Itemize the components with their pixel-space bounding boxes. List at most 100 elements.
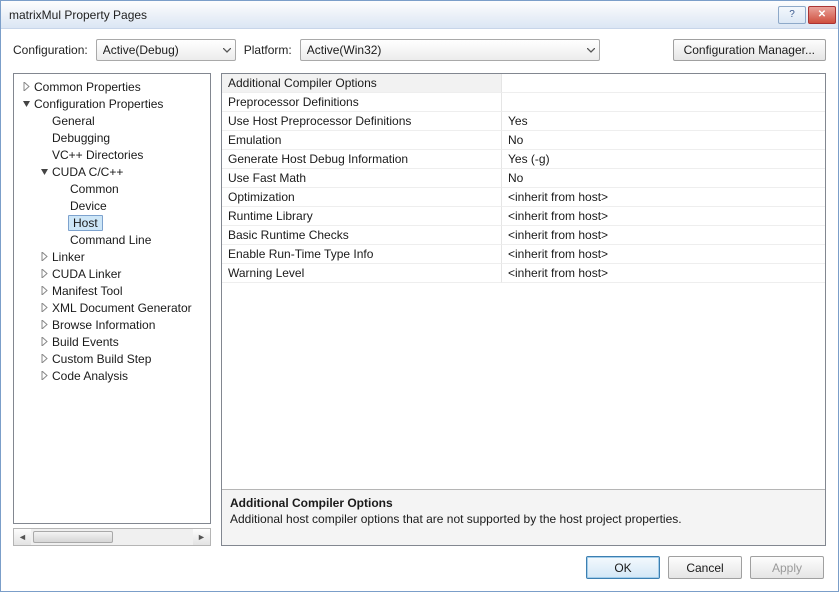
ok-button[interactable]: OK — [586, 556, 660, 579]
tree-item-label: Common — [68, 182, 121, 196]
tree-item-label: Device — [68, 199, 109, 213]
platform-value: Active(Win32) — [307, 43, 382, 57]
scroll-thumb[interactable] — [33, 531, 113, 543]
tree-item[interactable]: Code Analysis — [14, 367, 210, 384]
property-value[interactable] — [502, 74, 825, 93]
property-row[interactable]: Use Host Preprocessor DefinitionsYes — [222, 112, 825, 131]
tree-item-label: Browse Information — [50, 318, 157, 332]
tree-item[interactable]: Configuration Properties — [14, 95, 210, 112]
cancel-button[interactable]: Cancel — [668, 556, 742, 579]
tree-item-label: Code Analysis — [50, 369, 130, 383]
property-row[interactable]: Optimization<inherit from host> — [222, 188, 825, 207]
close-icon: ✕ — [818, 9, 826, 20]
description-panel: Additional Compiler Options Additional h… — [222, 489, 825, 545]
dialog-window: matrixMul Property Pages ? ✕ Configurati… — [0, 0, 839, 592]
property-value[interactable]: No — [502, 131, 825, 150]
tree-item[interactable]: CUDA C/C++ — [14, 163, 210, 180]
property-row[interactable]: EmulationNo — [222, 131, 825, 150]
tree-item[interactable]: Browse Information — [14, 316, 210, 333]
scroll-right-icon[interactable]: ► — [193, 529, 210, 545]
tree-item[interactable]: Custom Build Step — [14, 350, 210, 367]
scroll-left-icon[interactable]: ◄ — [14, 529, 31, 545]
tree-expanded-icon[interactable] — [38, 167, 50, 176]
chevron-down-icon — [223, 48, 231, 53]
property-value[interactable] — [502, 93, 825, 112]
property-row[interactable]: Warning Level<inherit from host> — [222, 264, 825, 283]
tree-item[interactable]: Common — [14, 180, 210, 197]
configuration-manager-button[interactable]: Configuration Manager... — [673, 39, 826, 61]
configuration-dropdown[interactable]: Active(Debug) — [96, 39, 236, 61]
body: Common Properties Configuration Propertie… — [1, 69, 838, 546]
description-title: Additional Compiler Options — [230, 496, 817, 510]
property-row[interactable]: Additional Compiler Options — [222, 74, 825, 93]
tree-expanded-icon[interactable] — [20, 99, 32, 108]
tree-item-label: Custom Build Step — [50, 352, 153, 366]
tree-item-label: CUDA Linker — [50, 267, 123, 281]
property-value[interactable]: No — [502, 169, 825, 188]
description-text: Additional host compiler options that ar… — [230, 512, 817, 526]
tree-hscrollbar[interactable]: ◄ ► — [13, 528, 211, 546]
tree-item[interactable]: XML Document Generator — [14, 299, 210, 316]
tree-item-label: VC++ Directories — [50, 148, 145, 162]
tree[interactable]: Common Properties Configuration Propertie… — [13, 73, 211, 524]
tree-item[interactable]: Manifest Tool — [14, 282, 210, 299]
tree-item-label: Build Events — [50, 335, 121, 349]
config-row: Configuration: Active(Debug) Platform: A… — [1, 29, 838, 69]
property-row[interactable]: Use Fast MathNo — [222, 169, 825, 188]
property-row[interactable]: Generate Host Debug InformationYes (-g) — [222, 150, 825, 169]
property-grid[interactable]: Additional Compiler OptionsPreprocessor … — [222, 74, 825, 489]
window-title: matrixMul Property Pages — [9, 8, 776, 22]
property-name: Optimization — [222, 188, 502, 207]
titlebar: matrixMul Property Pages ? ✕ — [1, 1, 838, 29]
tree-item-label: CUDA C/C++ — [50, 165, 125, 179]
property-value[interactable]: <inherit from host> — [502, 207, 825, 226]
tree-item-label: Configuration Properties — [32, 97, 165, 111]
apply-button[interactable]: Apply — [750, 556, 824, 579]
tree-collapsed-icon[interactable] — [38, 337, 50, 346]
tree-item[interactable]: Device — [14, 197, 210, 214]
tree-item[interactable]: Common Properties — [14, 78, 210, 95]
property-name: Use Fast Math — [222, 169, 502, 188]
tree-item-label: Debugging — [50, 131, 112, 145]
titlebar-buttons: ? ✕ — [776, 6, 836, 24]
property-value[interactable]: Yes — [502, 112, 825, 131]
tree-collapsed-icon[interactable] — [38, 303, 50, 312]
tree-collapsed-icon[interactable] — [38, 252, 50, 261]
property-row[interactable]: Enable Run-Time Type Info<inherit from h… — [222, 245, 825, 264]
configuration-value: Active(Debug) — [103, 43, 179, 57]
tree-item[interactable]: Debugging — [14, 129, 210, 146]
close-button[interactable]: ✕ — [808, 6, 836, 24]
properties-panel: Additional Compiler OptionsPreprocessor … — [221, 73, 826, 546]
property-value[interactable]: <inherit from host> — [502, 226, 825, 245]
property-row[interactable]: Runtime Library<inherit from host> — [222, 207, 825, 226]
tree-collapsed-icon[interactable] — [38, 286, 50, 295]
help-button[interactable]: ? — [778, 6, 806, 24]
tree-item[interactable]: Host — [14, 214, 210, 231]
property-name: Additional Compiler Options — [222, 74, 502, 93]
tree-item[interactable]: CUDA Linker — [14, 265, 210, 282]
tree-item[interactable]: Linker — [14, 248, 210, 265]
platform-label: Platform: — [244, 43, 292, 57]
tree-item[interactable]: VC++ Directories — [14, 146, 210, 163]
tree-item-label: Common Properties — [32, 80, 143, 94]
tree-item-label: Host — [68, 215, 103, 231]
property-row[interactable]: Preprocessor Definitions — [222, 93, 825, 112]
property-value[interactable]: Yes (-g) — [502, 150, 825, 169]
property-value[interactable]: <inherit from host> — [502, 245, 825, 264]
property-value[interactable]: <inherit from host> — [502, 264, 825, 283]
property-value[interactable]: <inherit from host> — [502, 188, 825, 207]
tree-item[interactable]: General — [14, 112, 210, 129]
tree-collapsed-icon[interactable] — [38, 371, 50, 380]
tree-collapsed-icon[interactable] — [20, 82, 32, 91]
chevron-down-icon — [587, 48, 595, 53]
property-row[interactable]: Basic Runtime Checks<inherit from host> — [222, 226, 825, 245]
tree-item[interactable]: Build Events — [14, 333, 210, 350]
tree-collapsed-icon[interactable] — [38, 269, 50, 278]
property-name: Warning Level — [222, 264, 502, 283]
tree-item[interactable]: Command Line — [14, 231, 210, 248]
tree-collapsed-icon[interactable] — [38, 354, 50, 363]
platform-dropdown[interactable]: Active(Win32) — [300, 39, 600, 61]
configuration-label: Configuration: — [13, 43, 88, 57]
tree-collapsed-icon[interactable] — [38, 320, 50, 329]
property-name: Basic Runtime Checks — [222, 226, 502, 245]
